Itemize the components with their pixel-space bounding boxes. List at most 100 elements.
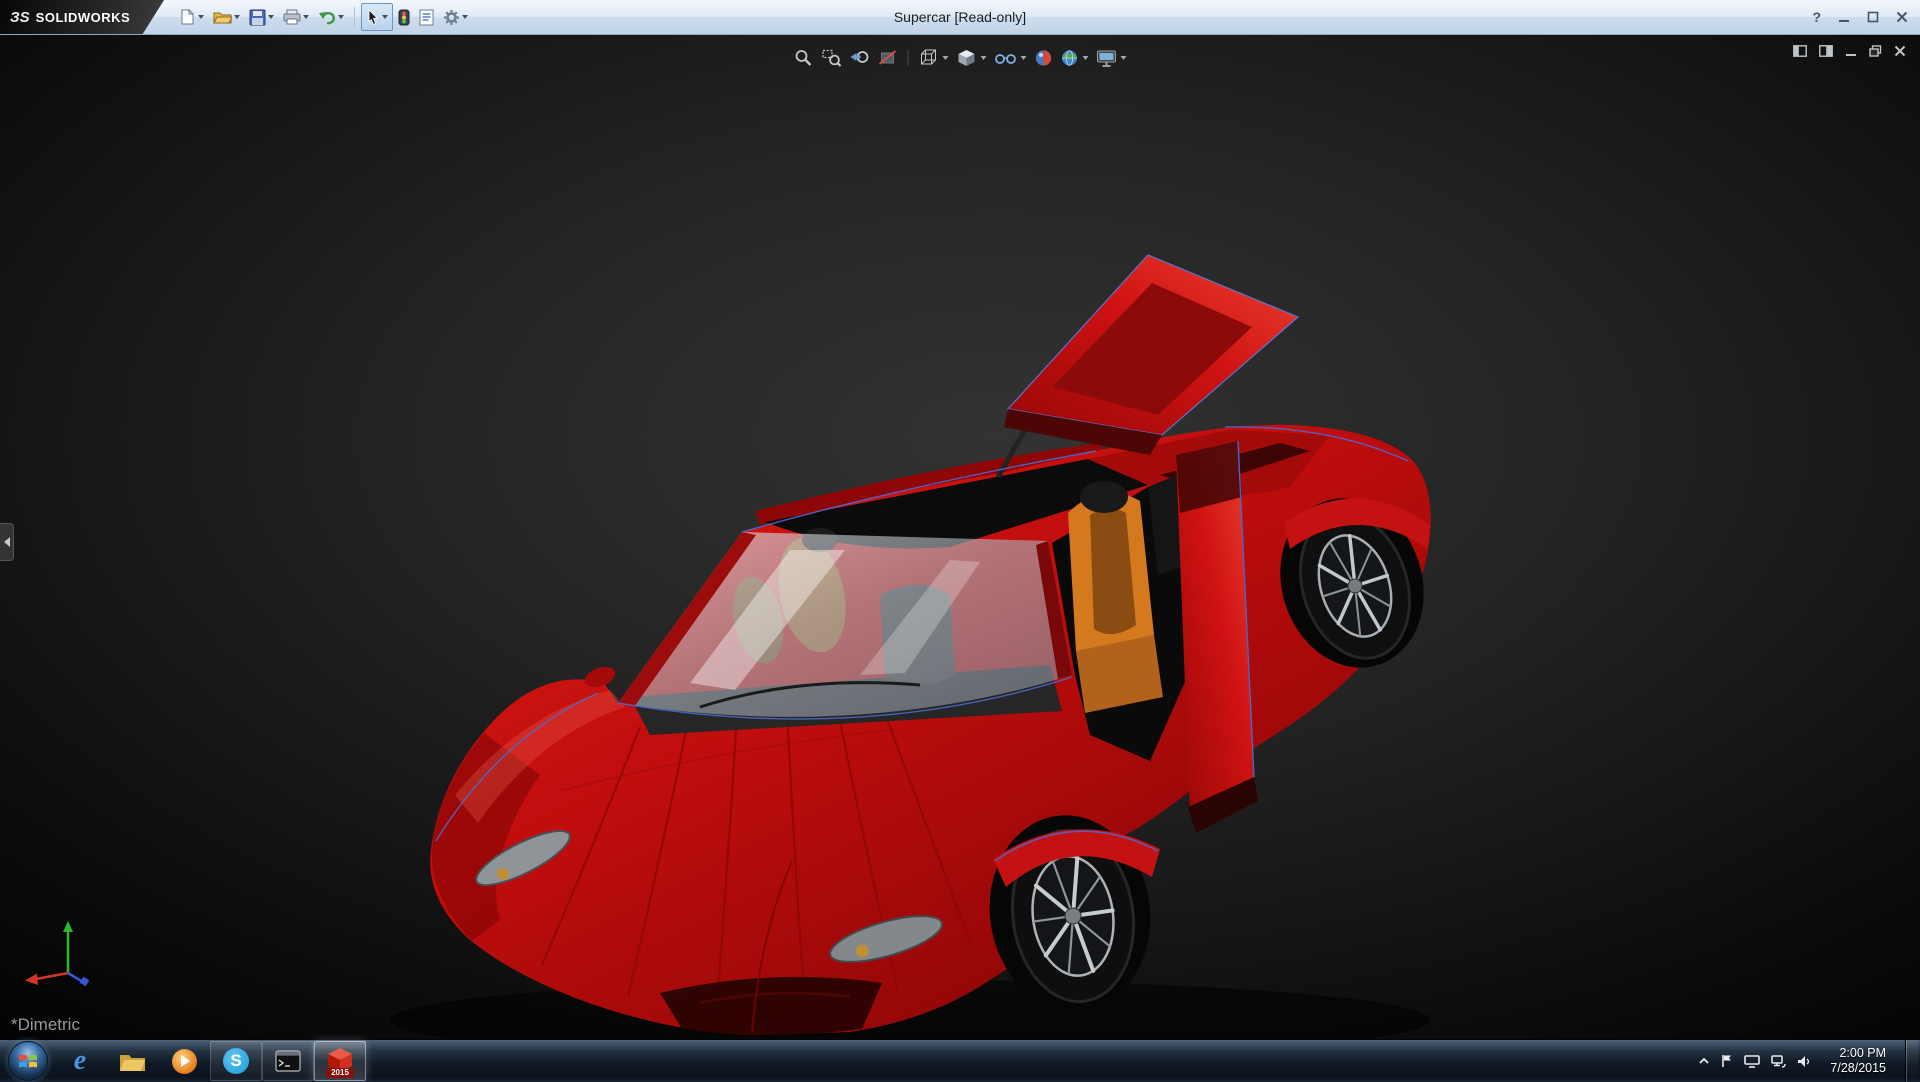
previous-view-icon [850, 48, 870, 68]
hide-show-glasses-icon [995, 50, 1017, 66]
hide-show-items-button[interactable] [995, 50, 1027, 66]
close-button[interactable] [1896, 11, 1908, 23]
zoom-to-area-icon [822, 48, 842, 68]
taskbar-media-player-button[interactable] [158, 1041, 210, 1081]
solidworks-app-icon: 2015 [326, 1046, 354, 1076]
save-dropdown-icon[interactable] [268, 15, 274, 19]
new-document-button[interactable] [174, 4, 208, 30]
print-dropdown-icon[interactable] [303, 15, 309, 19]
select-button[interactable] [361, 3, 393, 31]
save-button[interactable] [245, 4, 278, 30]
zoom-to-area-button[interactable] [822, 48, 842, 68]
options-button[interactable] [439, 4, 472, 30]
network-icon[interactable] [1771, 1055, 1786, 1068]
tray-expand-icon[interactable] [1698, 1057, 1710, 1065]
titlebar: ЗS SOLIDWORKS [0, 0, 1920, 35]
previous-view-button[interactable] [850, 48, 870, 68]
help-icon[interactable]: ? [1812, 9, 1821, 25]
display-style-cube-icon [957, 48, 977, 68]
select-dropdown-icon[interactable] [382, 15, 388, 19]
solidworks-version-badge: 2015 [326, 1068, 354, 1078]
apply-scene-globe-icon [1061, 49, 1079, 67]
solidworks-logo: ЗS SOLIDWORKS [0, 0, 164, 34]
rebuild-button[interactable] [394, 4, 414, 30]
view-orientation-dropdown-icon[interactable] [943, 56, 949, 60]
file-properties-icon [419, 9, 434, 26]
taskbar-ie-button[interactable]: e [54, 1041, 106, 1081]
minimize-button[interactable] [1838, 11, 1850, 23]
action-center-flag-icon[interactable] [1721, 1054, 1733, 1068]
skype-icon: S [223, 1048, 249, 1074]
file-properties-button[interactable] [415, 4, 438, 30]
save-disk-icon [249, 9, 266, 26]
print-button[interactable] [279, 4, 313, 30]
dock-pane-icon[interactable] [1793, 45, 1807, 57]
solidworks-logo-text: SOLIDWORKS [36, 10, 131, 25]
printer-icon [283, 9, 301, 25]
undo-button[interactable] [314, 4, 348, 30]
child-restore-icon[interactable] [1869, 45, 1882, 57]
windows-flag-icon [18, 1051, 38, 1071]
z-axis-tip [80, 977, 90, 987]
apply-scene-button[interactable] [1061, 49, 1089, 67]
child-minimize-icon[interactable] [1845, 45, 1857, 57]
show-desktop-button[interactable] [1905, 1040, 1918, 1082]
taskbar-command-prompt-button[interactable] [262, 1041, 314, 1081]
child-close-icon[interactable] [1894, 45, 1906, 57]
graphics-viewport: *Dimetric [0, 35, 1920, 1039]
undo-dropdown-icon[interactable] [338, 15, 344, 19]
taskbar-clock[interactable]: 2:00 PM 7/28/2015 [1822, 1046, 1894, 1076]
fullscreen-icon[interactable] [1819, 45, 1833, 57]
heads-up-view-toolbar [794, 48, 1127, 68]
y-axis-arrow [63, 921, 73, 932]
view-settings-icon [1097, 50, 1117, 67]
section-view-icon [878, 48, 898, 68]
open-folder-icon [213, 9, 232, 25]
new-document-dropdown-icon[interactable] [198, 15, 204, 19]
display-style-dropdown-icon[interactable] [981, 56, 987, 60]
view-settings-button[interactable] [1097, 50, 1127, 67]
view-orientation-button[interactable] [919, 48, 949, 68]
command-prompt-icon [275, 1050, 301, 1072]
x-axis-arrow [25, 974, 38, 986]
window-controls: ? [1812, 0, 1908, 34]
model-canvas[interactable] [0, 35, 1920, 1039]
view-settings-dropdown-icon[interactable] [1121, 56, 1127, 60]
zoom-to-fit-icon [794, 48, 814, 68]
rebuild-traffic-light-icon [398, 9, 410, 26]
view-orientation-cube-icon [919, 48, 939, 68]
edit-appearance-ball-icon [1035, 49, 1053, 67]
zoom-to-fit-button[interactable] [794, 48, 814, 68]
taskbar-explorer-button[interactable] [106, 1041, 158, 1081]
speaker-icon[interactable] [1797, 1055, 1811, 1068]
clock-date: 7/28/2015 [1830, 1061, 1886, 1076]
open-button[interactable] [209, 4, 244, 30]
clock-time: 2:00 PM [1830, 1046, 1886, 1061]
apply-scene-dropdown-icon[interactable] [1083, 56, 1089, 60]
view-orientation-label: *Dimetric [11, 1015, 80, 1035]
document-window-controls [1793, 45, 1906, 57]
hide-show-dropdown-icon[interactable] [1021, 56, 1027, 60]
open-dropdown-icon[interactable] [234, 15, 240, 19]
edit-appearance-button[interactable] [1035, 49, 1053, 67]
toolbar-separator [354, 7, 355, 27]
system-tray: 2:00 PM 7/28/2015 [1698, 1040, 1920, 1082]
maximize-button[interactable] [1867, 11, 1879, 23]
collapse-arrow-icon [4, 537, 10, 547]
media-player-icon [172, 1049, 197, 1074]
main-toolbar [174, 3, 472, 31]
internet-explorer-icon: e [74, 1047, 86, 1075]
solidworks-logo-glyph: ЗS [10, 9, 30, 26]
taskbar: e S 2015 2:00 PM 7/28/2015 [0, 1039, 1920, 1082]
taskbar-skype-button[interactable]: S [210, 1041, 262, 1081]
taskbar-solidworks-button[interactable]: 2015 [314, 1041, 366, 1081]
feature-panel-collapse-tab[interactable] [0, 523, 14, 561]
options-gear-icon [443, 9, 460, 26]
options-dropdown-icon[interactable] [462, 15, 468, 19]
display-icon[interactable] [1744, 1055, 1760, 1068]
hud-separator [908, 50, 909, 66]
display-style-button[interactable] [957, 48, 987, 68]
section-view-button[interactable] [878, 48, 898, 68]
folder-icon [119, 1051, 146, 1072]
start-button[interactable] [8, 1041, 48, 1081]
